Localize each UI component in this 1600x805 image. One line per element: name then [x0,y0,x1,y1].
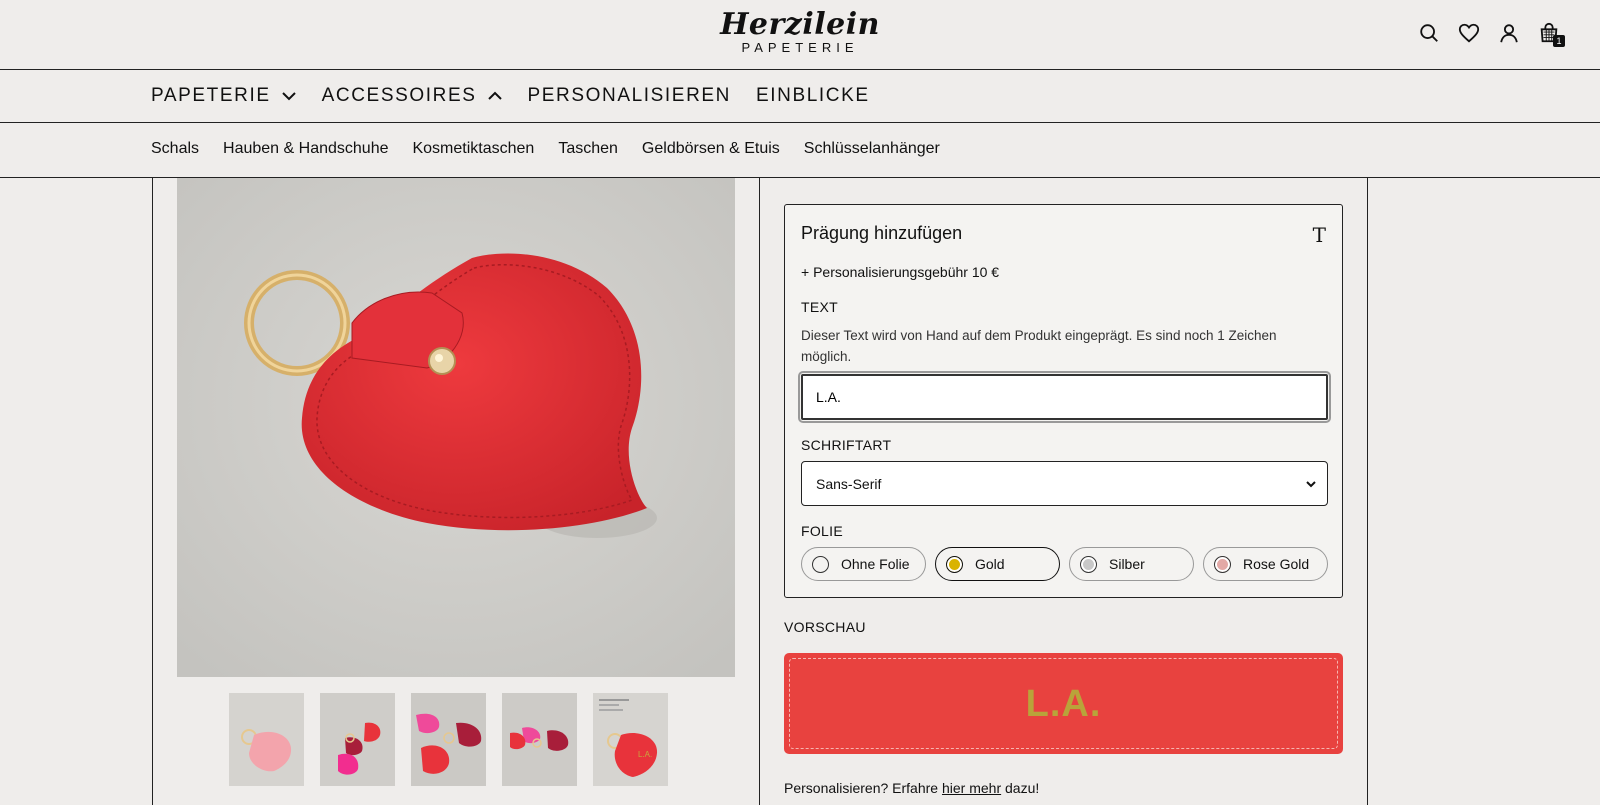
subnav-item-schals[interactable]: Schals [151,140,199,158]
font-select-value: Sans-Serif [816,475,882,492]
nav-item-label: PERSONALISIEREN [527,85,731,106]
nav-item-label: PAPETERIE [151,85,271,106]
nav-item-accessoires[interactable]: ACCESSOIRES [322,85,503,107]
text-description: Dieser Text wird von Hand auf dem Produk… [801,328,1277,364]
radio-silber [1080,555,1097,573]
subnav-item-geldboersen-etuis[interactable]: Geldbörsen & Etuis [642,140,780,158]
heart-icon[interactable] [1458,22,1480,44]
logo-script: Herzilein [720,7,880,42]
radio-ohne-folie [812,555,829,573]
foil-option-silber[interactable]: Silber [1069,547,1194,581]
panel-title: Prägung hinzufügen [801,223,963,243]
content-divider-right [1367,178,1368,805]
personalization-fee: + Personalisierungsgebühr 10 € [801,264,999,280]
radio-rose-gold [1214,555,1231,573]
learn-more-link[interactable]: hier mehr [942,780,1001,796]
search-icon[interactable] [1418,22,1440,44]
header-icons: 1 [1418,22,1565,47]
preview-label: VORSCHAU [784,619,866,635]
main-nav: PAPETERIE ACCESSOIRES PERSONALISIEREN EI… [0,70,1600,123]
personalization-panel: Prägung hinzufügen T + Personalisierungs… [784,204,1343,598]
fee-amount: 10 € [971,264,1000,280]
nav-item-papeterie[interactable]: PAPETERIE [151,85,297,107]
learn-more-text: Personalisieren? Erfahre hier mehr dazu! [784,780,1039,796]
foil-options: Ohne Folie Gold Silber Rose Gold [801,547,1328,581]
user-icon[interactable] [1498,22,1520,44]
site-logo[interactable]: Herzilein PAPETERIE [0,10,1600,56]
foil-option-rose-gold[interactable]: Rose Gold [1203,547,1328,581]
logo-subtitle: PAPETERIE [741,40,859,55]
content-divider-left [152,178,153,805]
svg-text:L.A.: L.A. [638,750,652,759]
foil-option-label: Silber [1109,556,1145,572]
chevron-down-icon [281,92,296,101]
foil-option-gold[interactable]: Gold [935,547,1060,581]
foil-option-label: Gold [975,556,1005,572]
thumbnail-4[interactable] [502,693,577,786]
chevron-down-icon [1306,480,1316,487]
fee-prefix: + Personalisierungsgebühr [801,264,972,280]
thumbnail-5[interactable]: L.A. [593,693,668,786]
product-image[interactable] [177,178,735,677]
thumbnail-1[interactable] [229,693,304,786]
font-label: SCHRIFTART [801,437,892,453]
text-label: TEXT [801,299,838,315]
sub-nav: Schals Hauben & Handschuhe Kosmetiktasch… [0,123,1600,178]
nav-item-label: ACCESSOIRES [321,85,477,106]
cart-count-badge: 1 [1553,35,1565,47]
subnav-item-hauben-handschuhe[interactable]: Hauben & Handschuhe [223,140,388,158]
text-type-icon: T [1312,223,1326,247]
site-header: Herzilein PAPETERIE 1 [0,0,1600,70]
preview-text: L.A. [1025,683,1102,725]
content-divider-middle [759,178,760,805]
engraving-preview: L.A. [784,653,1343,754]
subnav-item-schluesselanhaenger[interactable]: Schlüsselanhänger [804,140,940,158]
nav-item-einblicke[interactable]: EINBLICKE [756,85,870,107]
cart-icon[interactable]: 1 [1538,22,1565,47]
product-thumbnails: L.A. [229,693,668,786]
nav-item-personalisieren[interactable]: PERSONALISIEREN [528,85,732,107]
foil-option-label: Rose Gold [1243,556,1310,572]
learn-more-prefix: Personalisieren? Erfahre [784,780,942,796]
font-select[interactable]: Sans-Serif [801,461,1328,506]
foil-option-ohne-folie[interactable]: Ohne Folie [801,547,926,581]
radio-gold [946,555,963,573]
thumbnail-2[interactable] [320,693,395,786]
foil-label: FOLIE [801,523,843,539]
foil-option-label: Ohne Folie [841,556,910,572]
subnav-item-taschen[interactable]: Taschen [558,140,618,158]
subnav-item-kosmetiktaschen[interactable]: Kosmetiktaschen [412,140,534,158]
engraving-text-input[interactable] [798,371,1331,423]
thumbnail-3[interactable] [411,693,486,786]
nav-item-label: EINBLICKE [756,85,870,106]
learn-more-suffix: dazu! [1001,780,1040,796]
chevron-up-icon [487,91,502,100]
